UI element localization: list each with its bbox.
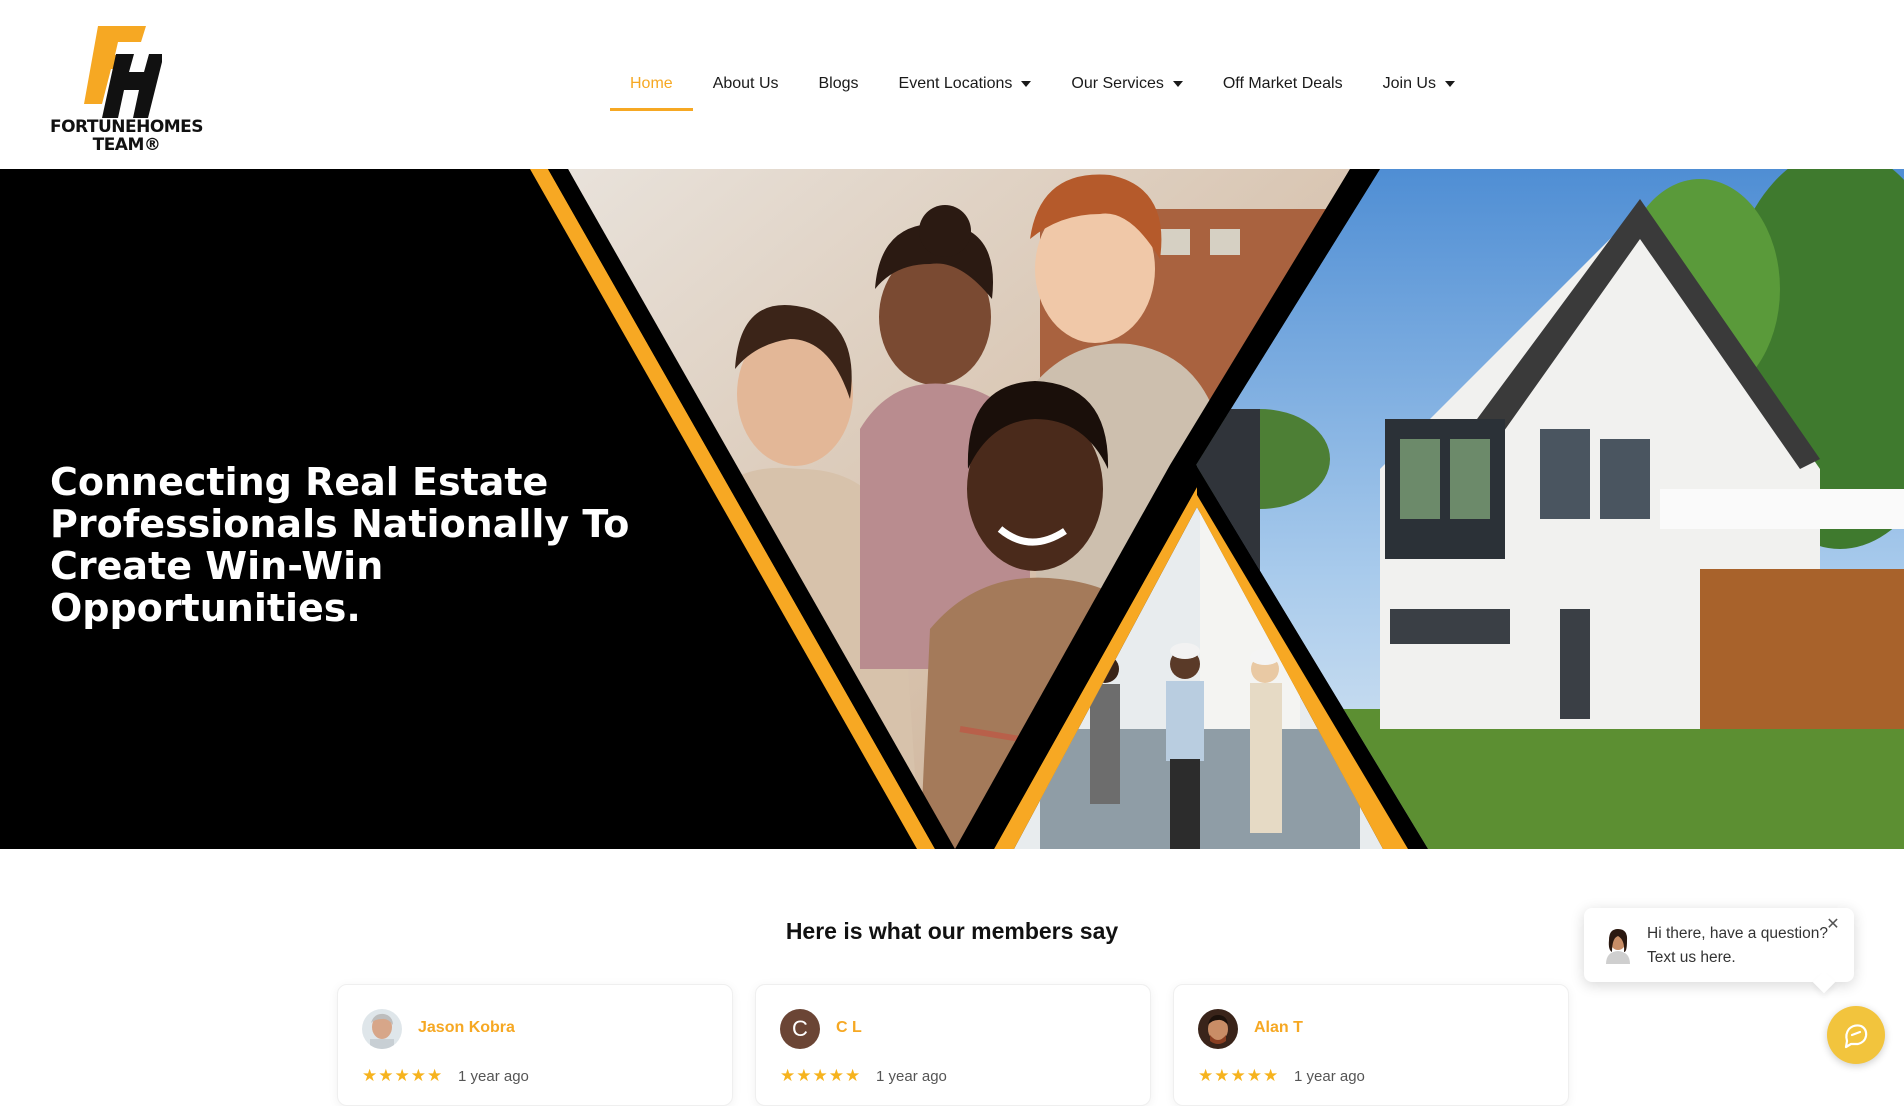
nav-about-us[interactable]: About Us	[693, 60, 799, 111]
review-card[interactable]: Jason Kobra ★★★★★ 1 year ago	[337, 984, 733, 1106]
reviewer-name[interactable]: Alan T	[1254, 1019, 1303, 1037]
reviewer-avatar	[362, 1009, 402, 1049]
review-time: 1 year ago	[458, 1068, 529, 1085]
hero-title: Connecting Real Estate Professionals Nat…	[50, 460, 630, 630]
nav-home[interactable]: Home	[610, 60, 693, 111]
nav-off-market-deals-label: Off Market Deals	[1222, 75, 1343, 92]
chevron-down-icon	[1021, 80, 1032, 87]
nav-our-services-label: Our Services	[1071, 75, 1164, 92]
nav-blogs-label: Blogs	[818, 75, 859, 92]
reviewer-name[interactable]: Jason Kobra	[418, 1019, 515, 1037]
nav-home-label: Home	[630, 75, 673, 92]
nav-about-us-label: About Us	[712, 75, 779, 92]
nav-our-services[interactable]: Our Services	[1051, 60, 1202, 111]
chat-message: Hi there, have a question? Text us here.	[1647, 925, 1828, 966]
logo-wordmark: FORTUNEHOMES TEAM®	[44, 118, 209, 154]
reviewer-avatar: C	[780, 1009, 820, 1049]
chevron-down-icon	[1444, 80, 1455, 87]
reviewer-avatar	[1198, 1009, 1238, 1049]
fh-monogram-icon	[84, 26, 162, 118]
star-rating: ★★★★★	[1198, 1066, 1280, 1085]
nav-join-us[interactable]: Join Us	[1363, 60, 1475, 111]
nav-event-locations-label: Event Locations	[898, 75, 1013, 92]
chat-popup[interactable]: Hi there, have a question? Text us here.…	[1584, 908, 1854, 982]
review-time: 1 year ago	[1294, 1068, 1365, 1085]
reviewer-name[interactable]: C L	[836, 1019, 862, 1037]
close-icon[interactable]: ✕	[1824, 916, 1842, 934]
agent-avatar	[1600, 926, 1636, 964]
chat-bubble-icon	[1844, 1024, 1868, 1049]
nav-join-us-label: Join Us	[1382, 75, 1436, 92]
logo-name-line1: FORTUNEHOMES	[49, 117, 204, 137]
chat-launcher-button[interactable]	[1827, 1006, 1885, 1064]
review-time: 1 year ago	[876, 1068, 947, 1085]
main-nav: Home About Us Blogs Event Locations Our …	[610, 60, 1475, 111]
review-card[interactable]: C C L ★★★★★ 1 year ago	[755, 984, 1151, 1106]
nav-off-market-deals[interactable]: Off Market Deals	[1203, 60, 1363, 111]
hero-banner: Connecting Real Estate Professionals Nat…	[0, 169, 1904, 849]
star-rating: ★★★★★	[362, 1066, 444, 1085]
site-logo[interactable]: FORTUNEHOMES TEAM®	[44, 22, 214, 156]
review-card[interactable]: Alan T ★★★★★ 1 year ago	[1173, 984, 1569, 1106]
logo-name-line2: TEAM®	[92, 135, 161, 155]
site-header: FORTUNEHOMES TEAM® Home About Us Blogs E…	[0, 0, 1904, 169]
chevron-down-icon	[1172, 80, 1183, 87]
nav-event-locations[interactable]: Event Locations	[879, 60, 1052, 111]
star-rating: ★★★★★	[780, 1066, 862, 1085]
nav-blogs[interactable]: Blogs	[799, 60, 879, 111]
